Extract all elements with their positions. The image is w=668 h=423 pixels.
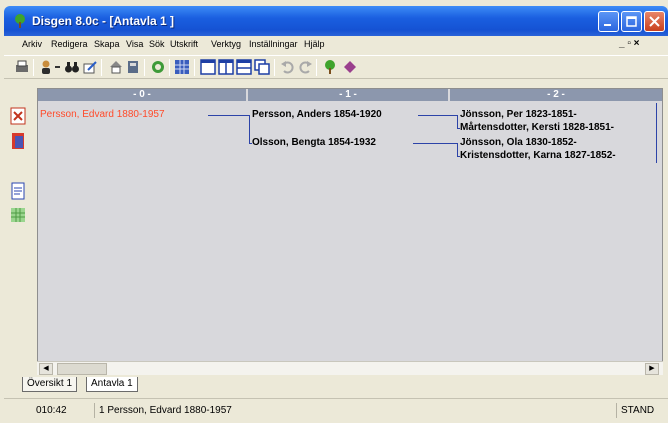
- menu-arkiv[interactable]: Arkiv: [22, 39, 42, 49]
- close-chart-icon[interactable]: [10, 107, 26, 125]
- connector-line: [413, 143, 458, 144]
- generation-header-2: - 2 -: [450, 89, 662, 101]
- grid-green-icon[interactable]: [10, 207, 26, 225]
- menu-bar: Arkiv Redigera Skapa Visa Sök Utskrift V…: [4, 36, 668, 54]
- tab-oversikt[interactable]: Översikt 1: [22, 377, 78, 392]
- connector-line: [656, 103, 657, 163]
- menu-redigera[interactable]: Redigera: [51, 39, 88, 49]
- person-mother[interactable]: Olsson, Bengta 1854-1932: [252, 137, 376, 148]
- menu-sok[interactable]: Sök: [149, 39, 165, 49]
- status-time: 010:42: [36, 405, 67, 416]
- gem-icon[interactable]: [342, 59, 358, 75]
- status-bar: 010:42 1 Persson, Edvard 1880-1957 STAND: [4, 398, 668, 420]
- connector-line: [249, 115, 250, 143]
- person-root[interactable]: Persson, Edvard 1880-1957: [40, 109, 165, 120]
- edit-icon[interactable]: [82, 59, 98, 75]
- connector-line: [457, 128, 460, 129]
- app-window: Disgen 8.0c - [Antavla 1 ] Arkiv Rediger…: [0, 0, 668, 423]
- window-cascade-icon[interactable]: [254, 59, 270, 75]
- person-icon[interactable]: [38, 59, 54, 75]
- connector-line: [249, 143, 252, 144]
- status-mode: STAND: [616, 403, 654, 418]
- connector-line: [457, 143, 458, 157]
- app-tree-icon: [12, 13, 28, 29]
- person-paternal-grandmother[interactable]: Mårtensdotter, Kersti 1828-1851-: [460, 122, 614, 133]
- person-maternal-grandfather[interactable]: Jönsson, Ola 1830-1852-: [460, 137, 577, 148]
- generation-header-0: - 0 -: [38, 89, 246, 101]
- toolbar-separator: [101, 59, 102, 76]
- undo-icon[interactable]: [280, 59, 296, 75]
- redo-icon[interactable]: [297, 59, 313, 75]
- horizontal-scrollbar[interactable]: ◀ ▶: [37, 361, 663, 375]
- mdi-window-controls[interactable]: _ ▫ ×: [619, 38, 640, 49]
- tab-strip: Översikt 1 Antavla 1: [4, 376, 668, 394]
- connector-line: [457, 115, 458, 129]
- dropdown-arrow-icon[interactable]: [54, 59, 62, 75]
- close-button[interactable]: [644, 11, 665, 32]
- title-bar[interactable]: Disgen 8.0c - [Antavla 1 ]: [4, 6, 668, 36]
- document-red-icon[interactable]: [10, 132, 26, 150]
- left-toolbar: [4, 82, 34, 392]
- person-maternal-grandmother[interactable]: Kristensdotter, Karna 1827-1852-: [460, 150, 616, 161]
- tab-antavla[interactable]: Antavla 1: [86, 377, 138, 392]
- grid-icon[interactable]: [174, 59, 190, 75]
- menu-visa[interactable]: Visa: [126, 39, 143, 49]
- document-new-icon[interactable]: [10, 182, 26, 200]
- maximize-button[interactable]: [621, 11, 642, 32]
- print-icon[interactable]: [14, 59, 30, 75]
- tree-icon[interactable]: [322, 59, 338, 75]
- toolbar-separator: [33, 59, 34, 76]
- pedigree-chart[interactable]: - 0 - - 1 - - 2 - Persson, Edvard 1880-1…: [37, 88, 663, 370]
- window-single-icon[interactable]: [200, 59, 216, 75]
- scroll-thumb[interactable]: [57, 363, 107, 375]
- minimize-button[interactable]: [598, 11, 619, 32]
- window-title: Disgen 8.0c - [Antavla 1 ]: [32, 14, 175, 28]
- scroll-left-button[interactable]: ◀: [39, 363, 53, 375]
- menu-skapa[interactable]: Skapa: [94, 39, 120, 49]
- menu-installningar[interactable]: Inställningar: [249, 39, 298, 49]
- window-split-v-icon[interactable]: [218, 59, 234, 75]
- connector-line: [418, 115, 458, 116]
- toolbar-separator: [194, 59, 195, 76]
- person-paternal-grandfather[interactable]: Jönsson, Per 1823-1851-: [460, 109, 577, 120]
- recycle-icon[interactable]: [150, 59, 166, 75]
- generation-header-1: - 1 -: [248, 89, 448, 101]
- menu-utskrift[interactable]: Utskrift: [170, 39, 198, 49]
- toolbar-separator: [144, 59, 145, 76]
- connector-line: [208, 115, 250, 116]
- menu-hjalp[interactable]: Hjälp: [304, 39, 325, 49]
- toolbar: [4, 55, 668, 79]
- scroll-right-button[interactable]: ▶: [645, 363, 659, 375]
- toolbar-separator: [274, 59, 275, 76]
- menu-verktyg[interactable]: Verktyg: [211, 39, 241, 49]
- status-selection: 1 Persson, Edvard 1880-1957: [94, 403, 232, 418]
- toolbar-separator: [169, 59, 170, 76]
- binoculars-icon[interactable]: [64, 59, 80, 75]
- book-icon[interactable]: [125, 59, 141, 75]
- connector-line: [457, 156, 460, 157]
- toolbar-separator: [316, 59, 317, 76]
- window-split-h-icon[interactable]: [236, 59, 252, 75]
- home-icon[interactable]: [108, 59, 124, 75]
- person-father[interactable]: Persson, Anders 1854-1920: [252, 109, 382, 120]
